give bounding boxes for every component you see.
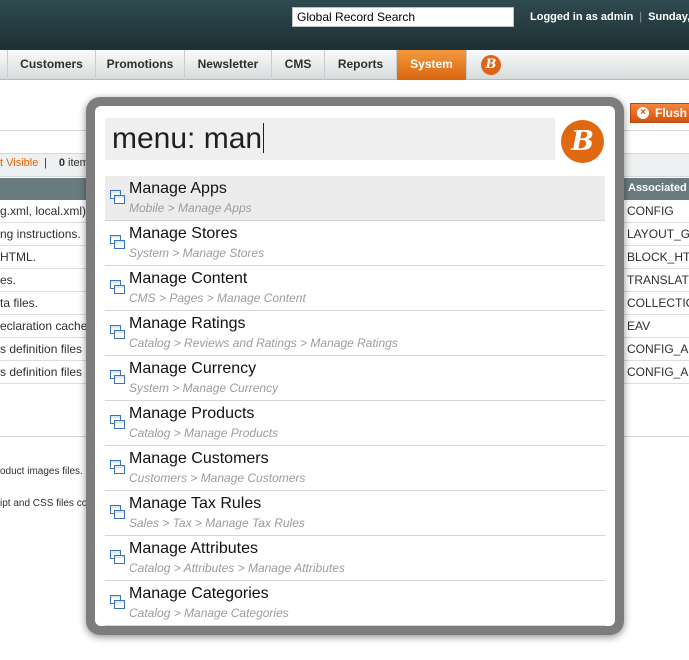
extra-line: oduct images files. xyxy=(0,466,83,477)
result-path: Catalog > Manage Products xyxy=(129,426,279,440)
global-search-input[interactable] xyxy=(292,7,514,27)
nav-item-newsletter[interactable]: Newsletter xyxy=(185,50,272,80)
row-tag: COLLECTIO xyxy=(627,296,689,310)
admin-header: Logged in as admin | Sunday, M xyxy=(0,0,689,50)
row-tag: CONFIG xyxy=(627,204,674,218)
main-nav: Customers Promotions Newsletter CMS Repo… xyxy=(0,50,689,80)
row-description: g.xml, local.xml) a xyxy=(0,204,97,218)
quick-search-overlay: menu: man B Manage Apps Mobile > Manage … xyxy=(86,97,624,635)
row-tag: TRANSLAT xyxy=(627,273,689,287)
row-tag: EAV xyxy=(627,319,651,333)
menu-page-icon xyxy=(110,325,126,341)
close-circle-icon: × xyxy=(637,107,649,119)
row-tag: BLOCK_HT xyxy=(627,250,689,264)
result-title: Manage Attributes xyxy=(129,540,258,557)
row-tag: CONFIG_A xyxy=(627,365,689,379)
result-title: Manage Apps xyxy=(129,180,227,197)
result-path: Customers > Manage Customers xyxy=(129,471,306,485)
extra-line: ipt and CSS files co xyxy=(0,498,88,509)
result-path: Catalog > Reviews and Ratings > Manage R… xyxy=(129,336,398,350)
result-path: System > Manage Stores xyxy=(129,246,265,260)
result-title: Manage Tax Rules xyxy=(129,495,262,512)
row-description: es. xyxy=(0,273,17,287)
result-item[interactable]: Manage Tax Rules Sales > Tax > Manage Ta… xyxy=(105,491,605,536)
quick-search-panel: menu: man B Manage Apps Mobile > Manage … xyxy=(95,106,615,626)
date-text: Sunday, M xyxy=(648,11,689,23)
menu-page-icon xyxy=(110,235,126,251)
select-visible-link[interactable]: t Visible xyxy=(0,157,38,169)
menu-page-icon xyxy=(110,505,126,521)
result-item[interactable]: Manage Currency System > Manage Currency xyxy=(105,356,605,401)
result-title: Manage Content xyxy=(129,270,248,287)
header-meta: Logged in as admin | Sunday, M xyxy=(530,11,689,23)
nav-item-reports[interactable]: Reports xyxy=(325,50,397,80)
result-title: Manage Categories xyxy=(129,585,269,602)
result-title: Manage Currency xyxy=(129,360,257,377)
row-description: eclaration cache. xyxy=(0,319,91,333)
nav-item-partial[interactable] xyxy=(0,50,8,80)
menu-page-icon xyxy=(110,415,126,431)
flush-cache-button[interactable]: × Flush xyxy=(630,103,689,123)
menu-page-icon xyxy=(110,550,126,566)
results-list: Manage Apps Mobile > Manage Apps Manage … xyxy=(105,176,605,626)
result-title: Manage Ratings xyxy=(129,315,246,332)
query-text: menu: man xyxy=(112,122,263,155)
result-path: CMS > Pages > Manage Content xyxy=(129,291,306,305)
result-item[interactable]: Manage Stores System > Manage Stores xyxy=(105,221,605,266)
result-item[interactable]: Manage Ratings Catalog > Reviews and Rat… xyxy=(105,311,605,356)
nav-item-customers[interactable]: Customers xyxy=(8,50,96,80)
flush-label: Flush xyxy=(655,106,687,120)
result-item[interactable]: Manage Products Catalog > Manage Product… xyxy=(105,401,605,446)
row-description: ng instructions. xyxy=(0,227,81,241)
column-header-associated[interactable]: Associated xyxy=(628,182,687,194)
row-description: ta files. xyxy=(0,296,39,310)
menu-page-icon xyxy=(110,595,126,611)
result-title: Manage Customers xyxy=(129,450,269,467)
brand-b-logo-icon: B xyxy=(561,120,604,163)
brand-logo-icon[interactable]: B xyxy=(481,55,501,75)
row-description: HTML. xyxy=(0,250,36,264)
menu-page-icon xyxy=(110,370,126,386)
result-item[interactable]: Manage Apps Mobile > Manage Apps xyxy=(105,176,605,221)
header-separator: | xyxy=(639,11,643,23)
result-item[interactable]: Manage Attributes Catalog > Attributes >… xyxy=(105,536,605,581)
result-path: Mobile > Manage Apps xyxy=(129,201,252,215)
result-path: Catalog > Attributes > Manage Attributes xyxy=(129,561,345,575)
menu-page-icon xyxy=(110,460,126,476)
items-count-number: 0 xyxy=(58,157,65,169)
row-description: s definition files (a xyxy=(0,342,97,356)
menu-page-icon xyxy=(110,280,126,296)
query-input[interactable]: menu: man xyxy=(105,118,555,160)
result-item[interactable]: Manage Content CMS > Pages > Manage Cont… xyxy=(105,266,605,311)
result-path: System > Manage Currency xyxy=(129,381,279,395)
result-item[interactable]: Manage Categories Catalog > Manage Categ… xyxy=(105,581,605,626)
nav-item-promotions[interactable]: Promotions xyxy=(96,50,185,80)
result-title: Manage Products xyxy=(129,405,255,422)
logged-in-text: Logged in as admin xyxy=(530,11,634,23)
row-description: s definition files (a xyxy=(0,365,97,379)
result-path: Sales > Tax > Manage Tax Rules xyxy=(129,516,305,530)
nav-item-cms[interactable]: CMS xyxy=(272,50,325,80)
menu-page-icon xyxy=(110,190,126,206)
text-caret xyxy=(263,123,265,153)
result-path: Catalog > Manage Categories xyxy=(129,606,289,620)
row-tag: CONFIG_A xyxy=(627,342,689,356)
result-item[interactable]: Manage Customers Customers > Manage Cust… xyxy=(105,446,605,491)
row-tag: LAYOUT_G xyxy=(627,227,689,241)
result-title: Manage Stores xyxy=(129,225,238,242)
nav-item-system[interactable]: System xyxy=(397,50,467,80)
